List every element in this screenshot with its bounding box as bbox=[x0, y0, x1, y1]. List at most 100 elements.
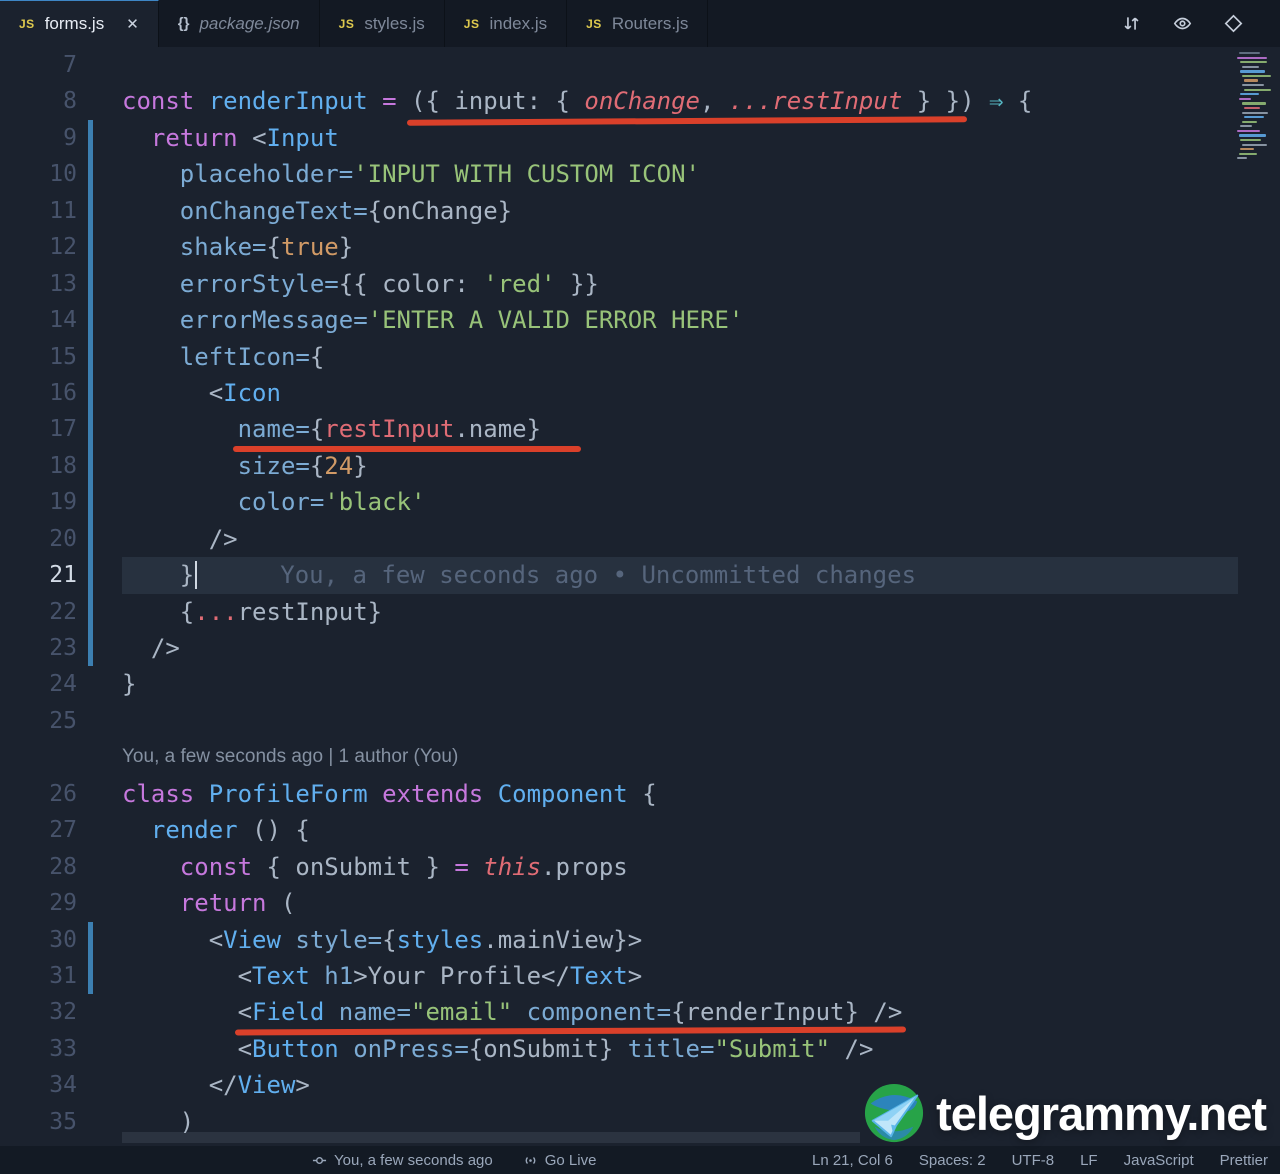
status-item-javascript[interactable]: JavaScript bbox=[1124, 1152, 1194, 1169]
code-line-17[interactable]: 17 name={restInput.name} bbox=[0, 411, 1280, 448]
git-modified-indicator bbox=[88, 156, 93, 193]
line-number[interactable]: 18 bbox=[0, 448, 77, 484]
codelens[interactable]: You, a few seconds ago | 1 author (You) bbox=[0, 739, 1280, 775]
line-number[interactable]: 16 bbox=[0, 375, 77, 411]
tab-routers-js[interactable]: JS Routers.js bbox=[567, 0, 709, 47]
line-number[interactable]: 29 bbox=[0, 885, 77, 921]
code-editor[interactable]: 7 8 const renderInput = ({ input: { onChan… bbox=[0, 47, 1280, 1146]
status-item-you-a-few-seconds-ago[interactable]: You, a few seconds ago bbox=[312, 1152, 493, 1169]
status-item-ln-21-col-6[interactable]: Ln 21, Col 6 bbox=[812, 1152, 893, 1169]
line-number[interactable]: 11 bbox=[0, 193, 77, 229]
line-number[interactable]: 24 bbox=[0, 666, 77, 702]
code-line-23[interactable]: 23 /> bbox=[0, 630, 1280, 667]
gutter bbox=[77, 83, 122, 119]
code-line-28[interactable]: 28 const { onSubmit } = this.props bbox=[0, 849, 1280, 885]
line-number[interactable]: 22 bbox=[0, 594, 77, 630]
code-line-26[interactable]: 26 class ProfileForm extends Component { bbox=[0, 776, 1280, 812]
code-token: color= bbox=[237, 488, 325, 517]
code-line-31[interactable]: 31 <Text h1>Your Profile</Text> bbox=[0, 957, 1280, 995]
code-line-13[interactable]: 13 errorStyle={{ color: 'red' }} bbox=[0, 265, 1280, 303]
line-number[interactable]: 23 bbox=[0, 630, 77, 666]
tab-label: Routers.js bbox=[611, 13, 689, 33]
status-item-utf-8[interactable]: UTF-8 bbox=[1012, 1152, 1055, 1169]
line-number[interactable]: 31 bbox=[0, 958, 77, 994]
minimap-line bbox=[1241, 120, 1257, 123]
line-number[interactable]: 7 bbox=[0, 47, 77, 83]
code-line-19[interactable]: 19 color='black' bbox=[0, 484, 1280, 521]
git-modified-indicator bbox=[88, 229, 93, 266]
code-line-32[interactable]: 32 <Field name="email" component={render… bbox=[0, 994, 1280, 1030]
line-number[interactable]: 28 bbox=[0, 849, 77, 885]
code-token: h1 bbox=[324, 961, 354, 990]
tab-styles-js[interactable]: JS styles.js bbox=[319, 0, 445, 47]
line-number[interactable]: 10 bbox=[0, 156, 77, 192]
code-line-25[interactable]: 25 bbox=[0, 703, 1280, 739]
minimap-line bbox=[1240, 138, 1262, 142]
code-line-29[interactable]: 29 return ( bbox=[0, 885, 1280, 921]
code-line-27[interactable]: 27 render () { bbox=[0, 812, 1280, 848]
minimap[interactable] bbox=[1236, 52, 1278, 160]
line-number[interactable]: 35 bbox=[0, 1104, 77, 1140]
line-number[interactable]: 33 bbox=[0, 1031, 77, 1067]
code-token: { bbox=[382, 925, 397, 954]
line-number[interactable]: 34 bbox=[0, 1067, 77, 1103]
code-line-24[interactable]: 24} bbox=[0, 666, 1280, 702]
code-line-20[interactable]: 20 /> bbox=[0, 520, 1280, 558]
tab-package-json[interactable]: {} package.json bbox=[158, 0, 320, 47]
code-token: < bbox=[252, 123, 267, 152]
code-line-18[interactable]: 18 size={24} bbox=[0, 447, 1280, 485]
compare-changes-icon[interactable] bbox=[1114, 7, 1148, 41]
tab-index-js[interactable]: JS index.js bbox=[444, 0, 568, 47]
status-item-lf[interactable]: LF bbox=[1080, 1152, 1098, 1169]
line-number[interactable]: 15 bbox=[0, 339, 77, 375]
status-item-prettier[interactable]: Prettier bbox=[1220, 1152, 1268, 1169]
tab-forms-js[interactable]: JS forms.js ✕ bbox=[0, 0, 159, 47]
code-token: { bbox=[309, 342, 325, 371]
code-line-12[interactable]: 12 shake={true} bbox=[0, 229, 1280, 266]
codelens-text[interactable]: You, a few seconds ago | 1 author (You) bbox=[122, 739, 458, 775]
line-number[interactable]: 20 bbox=[0, 521, 77, 557]
line-number[interactable]: 27 bbox=[0, 812, 77, 848]
code-line-9[interactable]: 9 return <Input bbox=[0, 119, 1280, 157]
code-line-16[interactable]: 16 <Icon bbox=[0, 374, 1280, 412]
code-token: Input bbox=[266, 123, 339, 152]
code-line-8[interactable]: 8 const renderInput = ({ input: { onChang… bbox=[0, 83, 1280, 119]
line-number[interactable]: 32 bbox=[0, 994, 77, 1030]
line-number[interactable]: 19 bbox=[0, 484, 77, 520]
line-number[interactable]: 30 bbox=[0, 922, 77, 958]
code-line-22[interactable]: 22 {...restInput} bbox=[0, 593, 1280, 630]
code-line-15[interactable]: 15 leftIcon={ bbox=[0, 338, 1280, 375]
js-file-icon: JS bbox=[19, 17, 35, 31]
code-line-21[interactable]: 21 } You, a few seconds ago • Uncommitted… bbox=[0, 557, 1280, 594]
code-line-30[interactable]: 30 <View style={styles.mainView}> bbox=[0, 921, 1280, 958]
line-number[interactable]: 26 bbox=[0, 776, 77, 812]
line-number[interactable]: 8 bbox=[0, 83, 77, 119]
code-token: true bbox=[280, 233, 339, 262]
line-number[interactable]: 13 bbox=[0, 266, 77, 302]
code-token: 'INPUT WITH CUSTOM ICON' bbox=[353, 160, 700, 189]
line-number[interactable]: 21 bbox=[0, 557, 77, 593]
code-line-33[interactable]: 33 <Button onPress={onSubmit} title="Sub… bbox=[0, 1031, 1280, 1067]
open-preview-icon[interactable] bbox=[1165, 7, 1199, 41]
minimap-line bbox=[1240, 125, 1252, 128]
open-changes-icon[interactable] bbox=[1216, 7, 1250, 41]
line-number[interactable]: 9 bbox=[0, 120, 77, 156]
code-token: ⇒ bbox=[988, 87, 1004, 116]
status-item-spaces-2[interactable]: Spaces: 2 bbox=[919, 1152, 986, 1169]
code-line-11[interactable]: 11 onChangeText={onChange} bbox=[0, 192, 1280, 230]
line-number[interactable]: 12 bbox=[0, 229, 77, 265]
code-line-10[interactable]: 10 placeholder='INPUT WITH CUSTOM ICON' bbox=[0, 156, 1280, 193]
code-line-14[interactable]: 14 errorMessage='ENTER A VALID ERROR HER… bbox=[0, 302, 1280, 339]
line-number[interactable]: 25 bbox=[0, 703, 77, 739]
close-icon[interactable]: ✕ bbox=[126, 15, 139, 33]
line-number[interactable]: 14 bbox=[0, 302, 77, 338]
status-item-go-live[interactable]: Go Live bbox=[523, 1152, 596, 1169]
code-token: styles bbox=[396, 925, 484, 954]
code-token: { bbox=[309, 415, 325, 444]
line-number[interactable]: 17 bbox=[0, 411, 77, 447]
horizontal-scrollbar[interactable] bbox=[122, 1132, 860, 1143]
code-line-7[interactable]: 7 bbox=[0, 47, 1280, 83]
code-text: {...restInput} bbox=[122, 594, 1238, 630]
minimap-line bbox=[1241, 143, 1268, 146]
